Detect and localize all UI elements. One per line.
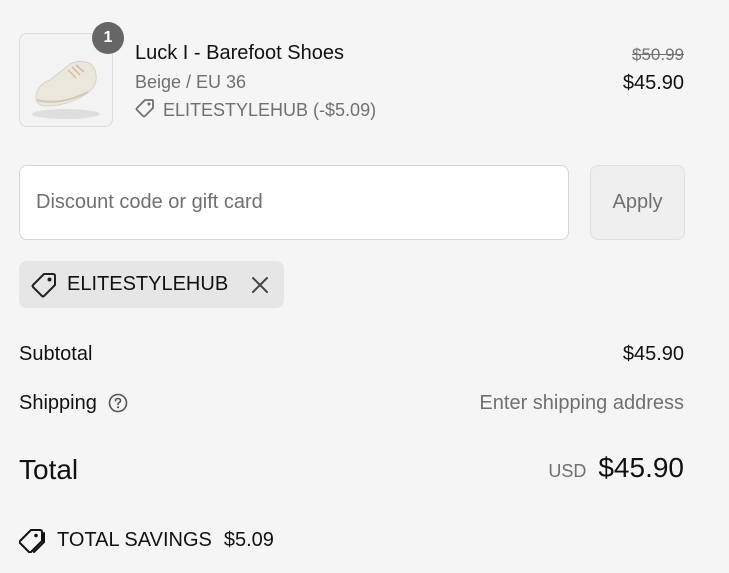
total-value: $45.90 <box>598 452 684 483</box>
currency-code: USD <box>548 461 587 481</box>
savings-value: $5.09 <box>223 528 274 551</box>
total-amount: USD $45.90 <box>548 452 684 484</box>
subtotal-label: Subtotal <box>19 343 93 365</box>
final-price: $45.90 <box>622 72 684 94</box>
applied-code-label: ELITESTYLEHUB <box>67 273 229 295</box>
total-savings: TOTAL SAVINGS $5.09 <box>19 527 274 553</box>
product-variant: Beige / EU 36 <box>135 72 247 92</box>
quantity-badge: 1 <box>92 22 124 54</box>
remove-code-button[interactable] <box>248 273 272 297</box>
applied-code-chip: ELITESTYLEHUB <box>19 261 284 308</box>
shipping-label: Shipping <box>19 392 97 414</box>
subtotal-value: $45.90 <box>622 343 684 365</box>
total-label: Total <box>19 454 79 485</box>
tag-icon <box>31 272 57 298</box>
product-discount: ELITESTYLEHUB (-$5.09) <box>135 98 377 123</box>
product-discount-label: ELITESTYLEHUB (-$5.09) <box>163 99 377 120</box>
original-price: $50.99 <box>632 45 684 64</box>
product-name: Luck I - Barefoot Shoes <box>135 42 345 64</box>
discount-code-input[interactable] <box>19 165 569 240</box>
order-summary: 1 Luck I - Barefoot Shoes Beige / EU 36 … <box>0 0 729 573</box>
close-icon <box>252 276 268 293</box>
shipping-value: Enter shipping address <box>479 392 684 414</box>
apply-button[interactable]: Apply <box>590 165 685 240</box>
tag-icon <box>135 98 155 123</box>
tags-icon <box>19 527 47 553</box>
help-icon[interactable] <box>108 393 128 413</box>
savings-label: TOTAL SAVINGS <box>57 528 212 551</box>
